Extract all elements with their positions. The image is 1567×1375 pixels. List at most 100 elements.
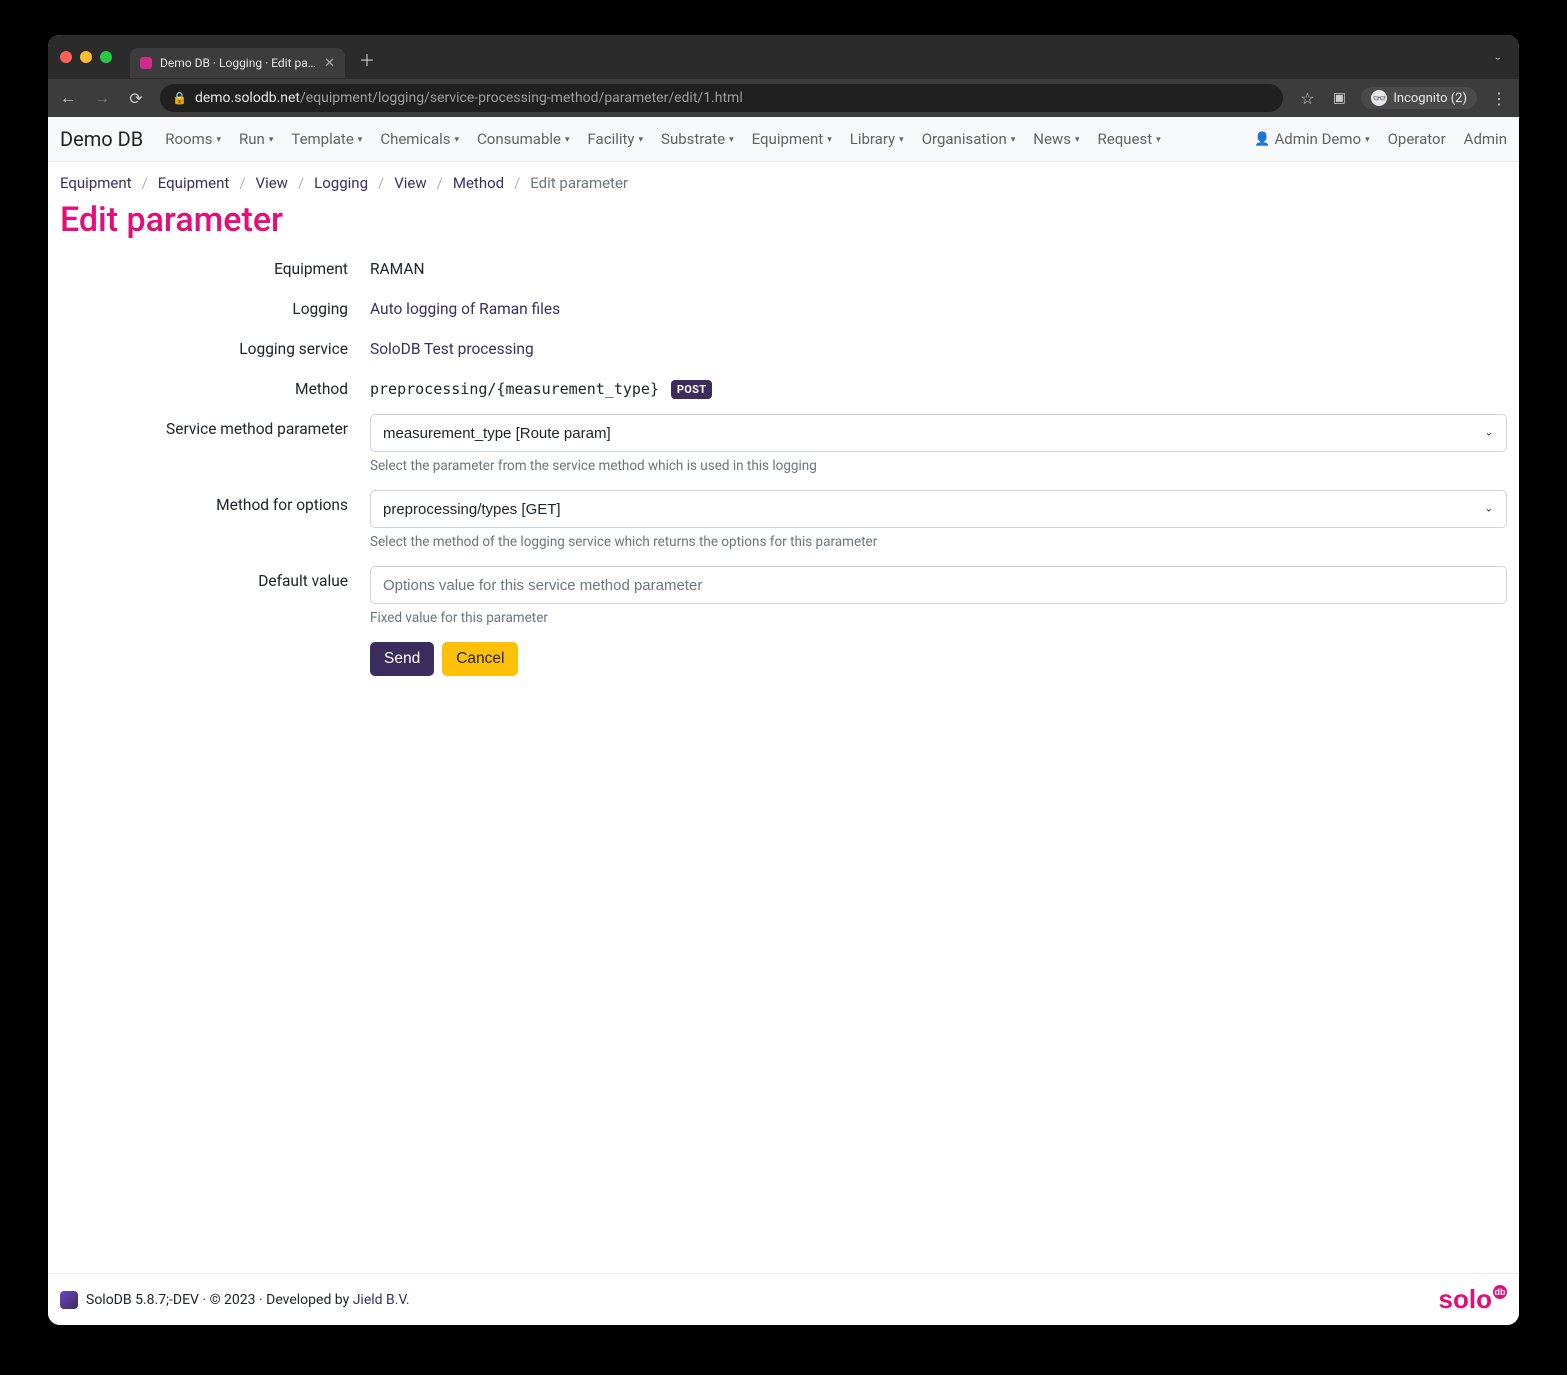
label-smp: Service method parameter: [60, 414, 370, 438]
bc-view-2[interactable]: View: [394, 174, 426, 192]
menu-icon[interactable]: ⋮: [1489, 89, 1509, 108]
input-default[interactable]: [370, 566, 1507, 604]
row-logging: Logging Auto logging of Raman files: [60, 294, 1507, 318]
label-logging-service: Logging service: [60, 334, 370, 358]
method-path: preprocessing/{measurement_type}: [370, 380, 659, 398]
chevron-down-icon: ▾: [1156, 135, 1161, 145]
chevron-down-icon: ▾: [216, 135, 221, 145]
new-tab-button[interactable]: ＋: [359, 47, 375, 71]
chevron-down-icon: ▾: [1075, 135, 1080, 145]
window-close-button[interactable]: [60, 51, 72, 63]
row-smp: Service method parameter measurement_typ…: [60, 414, 1507, 474]
help-default: Fixed value for this parameter: [370, 610, 1507, 626]
incognito-badge[interactable]: 👓 Incognito (2): [1361, 87, 1477, 109]
chevron-down-icon: ▾: [827, 135, 832, 145]
nav-substrate[interactable]: Substrate▾: [661, 130, 734, 148]
url-host: demo.solodb.net: [195, 90, 300, 106]
url-path: /equipment/logging/service-processing-me…: [300, 90, 743, 106]
browser-window: Demo DB · Logging · Edit param ✕ ＋ ⌄ ← →…: [48, 35, 1519, 1325]
user-icon: 👤: [1254, 132, 1270, 147]
chevron-down-icon: ▾: [269, 135, 274, 145]
footer-logo-icon: [60, 1291, 78, 1309]
link-logging-service[interactable]: SoloDB Test processing: [370, 334, 1507, 358]
nav-back-icon[interactable]: ←: [58, 88, 78, 108]
value-method: preprocessing/{measurement_type} POST: [370, 374, 1507, 398]
help-mfo: Select the method of the logging service…: [370, 534, 1507, 550]
chevron-down-icon: ▾: [455, 135, 460, 145]
label-method: Method: [60, 374, 370, 398]
bc-logging[interactable]: Logging: [314, 174, 368, 192]
nav-forward-icon[interactable]: →: [92, 88, 112, 108]
breadcrumb: Equipment/ Equipment/ View/ Logging/ Vie…: [48, 162, 1519, 200]
help-smp: Select the parameter from the service me…: [370, 458, 1507, 474]
lock-icon: 🔒: [172, 91, 187, 105]
brandmark-sup: db: [1493, 1285, 1507, 1299]
nav-library[interactable]: Library▾: [850, 130, 904, 148]
form-actions: Send Cancel: [60, 642, 1507, 676]
tab-title: Demo DB · Logging · Edit param: [160, 56, 316, 70]
row-mfo: Method for options preprocessing/types […: [60, 490, 1507, 550]
nav-organisation[interactable]: Organisation▾: [922, 130, 1016, 148]
page-title: Edit parameter: [48, 200, 1519, 250]
nav-template[interactable]: Template▾: [291, 130, 362, 148]
label-equipment: Equipment: [60, 254, 370, 278]
chevron-down-icon: ▾: [1365, 135, 1370, 145]
brandmark-text: solo: [1439, 1284, 1492, 1315]
nav-equipment[interactable]: Equipment▾: [752, 130, 832, 148]
browser-toolbar: ← → ⟳ 🔒 demo.solodb.net/equipment/loggin…: [48, 79, 1519, 117]
star-icon[interactable]: ☆: [1297, 89, 1317, 108]
row-method: Method preprocessing/{measurement_type} …: [60, 374, 1507, 398]
bc-current: Edit parameter: [530, 174, 628, 192]
window-minimize-button[interactable]: [80, 51, 92, 63]
url-text: demo.solodb.net/equipment/logging/servic…: [195, 90, 743, 106]
nav-run[interactable]: Run▾: [239, 130, 273, 148]
nav-admin-demo[interactable]: 👤Admin Demo▾: [1254, 130, 1369, 148]
brandmark: solodb: [1439, 1284, 1507, 1315]
chevron-down-icon: ▾: [565, 135, 570, 145]
browser-tab[interactable]: Demo DB · Logging · Edit param ✕: [130, 48, 345, 78]
link-logging[interactable]: Auto logging of Raman files: [370, 294, 1507, 318]
nav-chemicals[interactable]: Chemicals▾: [380, 130, 459, 148]
label-mfo: Method for options: [60, 490, 370, 514]
traffic-lights: [60, 51, 112, 63]
tab-favicon: [140, 57, 152, 69]
brand[interactable]: Demo DB: [60, 127, 143, 151]
nav-facility[interactable]: Facility▾: [588, 130, 644, 148]
bc-equipment-2[interactable]: Equipment: [158, 174, 230, 192]
footer: SoloDB 5.8.7;-DEV · © 2023 · Developed b…: [48, 1273, 1519, 1325]
send-button[interactable]: Send: [370, 642, 434, 676]
window-maximize-button[interactable]: [100, 51, 112, 63]
nav-rooms[interactable]: Rooms▾: [165, 130, 221, 148]
chevron-down-icon: ▾: [639, 135, 644, 145]
nav-consumable[interactable]: Consumable▾: [477, 130, 569, 148]
incognito-label: Incognito (2): [1393, 91, 1467, 106]
address-bar[interactable]: 🔒 demo.solodb.net/equipment/logging/serv…: [160, 84, 1283, 112]
nav-admin[interactable]: Admin: [1464, 130, 1507, 148]
chevron-down-icon: ▾: [729, 135, 734, 145]
chevron-down-icon: ▾: [358, 135, 363, 145]
select-smp[interactable]: measurement_type [Route param]: [370, 414, 1507, 452]
tab-close-icon[interactable]: ✕: [324, 56, 335, 71]
chevron-down-icon: ▾: [1011, 135, 1016, 145]
row-default: Default value Fixed value for this param…: [60, 566, 1507, 626]
page-content: Demo DB Rooms▾ Run▾ Template▾ Chemicals▾…: [48, 117, 1519, 1325]
toolbar-right: ☆ ▣ 👓 Incognito (2) ⋮: [1297, 87, 1509, 109]
nav-request[interactable]: Request▾: [1098, 130, 1161, 148]
app-navbar: Demo DB Rooms▾ Run▾ Template▾ Chemicals▾…: [48, 117, 1519, 162]
select-mfo[interactable]: preprocessing/types [GET]: [370, 490, 1507, 528]
cancel-button[interactable]: Cancel: [442, 642, 518, 676]
footer-company-link[interactable]: Jield B.V.: [353, 1292, 410, 1308]
tabs-dropdown-icon[interactable]: ⌄: [1493, 53, 1503, 61]
bc-view-1[interactable]: View: [256, 174, 288, 192]
form: Equipment RAMAN Logging Auto logging of …: [48, 250, 1519, 696]
chevron-down-icon: ▾: [899, 135, 904, 145]
bc-method[interactable]: Method: [453, 174, 504, 192]
bc-equipment-1[interactable]: Equipment: [60, 174, 132, 192]
incognito-icon: 👓: [1371, 90, 1387, 106]
nav-operator[interactable]: Operator: [1388, 130, 1446, 148]
titlebar: Demo DB · Logging · Edit param ✕ ＋ ⌄: [48, 35, 1519, 79]
nav-reload-icon[interactable]: ⟳: [126, 89, 146, 108]
value-equipment: RAMAN: [370, 254, 1507, 278]
panel-icon[interactable]: ▣: [1329, 90, 1349, 106]
nav-news[interactable]: News▾: [1033, 130, 1079, 148]
